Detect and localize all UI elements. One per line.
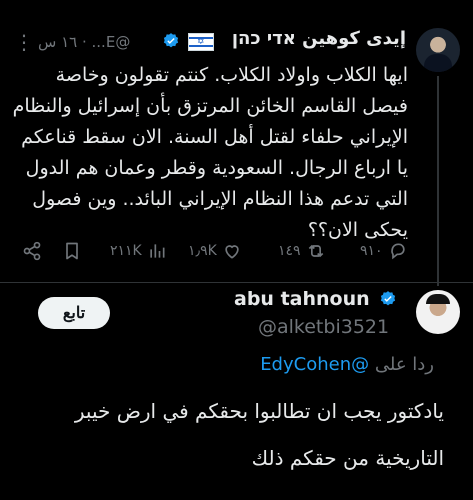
more-options-icon[interactable]: ⋮ [14, 30, 35, 54]
tweet-divider [0, 282, 473, 283]
reply-button[interactable]: ٩١٠ [360, 236, 408, 266]
tweet-text: ايها الكلاب واولاد الكلاب. كنتم تقولون و… [12, 64, 408, 241]
bookmark-icon [66, 242, 78, 260]
reply-text: يادكتور يجب ان تطالبوا بحقكم في ارض خيبر… [74, 399, 444, 470]
verified-badge-icon [163, 33, 179, 48]
replying-to: ردا على @EdyCohen [260, 354, 434, 375]
retweets-count: ١٤٩ [278, 243, 301, 259]
share-icon [23, 241, 41, 261]
tweet-handle-time: @E... · ١٦ س [38, 33, 131, 51]
replies-count: ٩١٠ [360, 243, 383, 259]
follow-button[interactable]: تابع [38, 297, 110, 329]
reply-author-name[interactable]: abu tahnoun [234, 288, 370, 310]
likes-count: ١٫٩K [188, 243, 217, 259]
views-count: ٢١١K [110, 243, 142, 259]
author-name[interactable]: إيدى كوهين אדי כהן [220, 28, 406, 49]
share-button[interactable] [22, 236, 42, 266]
bookmark-button[interactable] [62, 236, 82, 266]
replying-to-mention[interactable]: @EdyCohen [260, 354, 369, 375]
verified-badge-icon [380, 291, 396, 306]
reply-author-handle[interactable]: @alketbi3521 [258, 316, 389, 338]
tweet-actions: ٢١١K ١٫٩K ١٤٩ ٩١٠ [0, 236, 473, 270]
reply-icon [390, 243, 405, 260]
author-avatar[interactable] [416, 28, 460, 72]
views-chart-icon [150, 244, 165, 258]
original-tweet: ⋮ @E... · ١٦ س ✡ إيدى كوهين אדי כהן ايها… [0, 0, 473, 286]
reply-author-avatar[interactable] [416, 290, 460, 334]
views-button[interactable]: ٢١١K [110, 236, 167, 266]
retweet-button[interactable]: ١٤٩ [278, 236, 326, 266]
heart-icon [225, 245, 239, 259]
israel-flag-icon: ✡ [188, 33, 214, 51]
like-button[interactable]: ١٫٩K [188, 236, 242, 266]
replying-to-label: ردا على [374, 354, 434, 375]
retweet-icon [308, 244, 323, 258]
